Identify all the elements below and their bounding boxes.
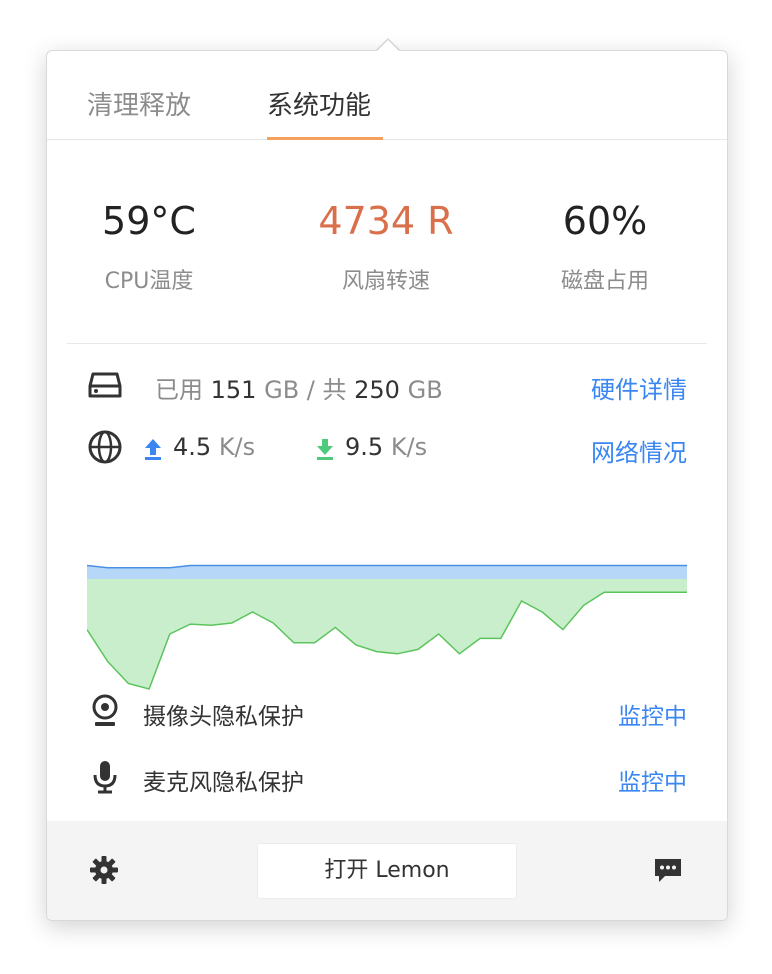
disk-usage-label: 磁盘占用: [560, 269, 649, 294]
network-row: 4.5 K/s 9.5 K/s 网络情况: [87, 429, 687, 469]
storage-usage-text: 已用 151 GB / 共 250 GB: [155, 370, 443, 405]
upload-speed: 4.5 K/s: [173, 433, 255, 461]
mic-privacy-row: 麦克风隐私保护 监控中: [87, 759, 687, 799]
download-speed-value: 9.5: [345, 433, 384, 461]
upload-arrow-icon: [145, 439, 161, 460]
download-arrow-icon: [317, 439, 333, 460]
camera-privacy-row: 摄像头隐私保护 监控中: [87, 693, 687, 733]
cpu-temperature-value: 59°C: [102, 199, 196, 243]
chat-bubble-icon[interactable]: [653, 855, 683, 885]
gear-icon[interactable]: [89, 855, 119, 885]
network-traffic-chart: [87, 564, 687, 690]
network-status-link[interactable]: 网络情况: [591, 433, 687, 468]
storage-used-value: 151: [210, 376, 257, 404]
hardware-details-link[interactable]: 硬件详情: [591, 370, 687, 405]
cpu-temperature-label: CPU温度: [104, 269, 194, 294]
download-speed-unit: K/s: [390, 433, 428, 461]
storage-unit-1: GB / 共: [264, 376, 347, 404]
download-speed: 9.5 K/s: [345, 433, 427, 461]
upload-speed-value: 4.5: [173, 433, 212, 461]
tab-system[interactable]: 系统功能: [267, 85, 371, 122]
mic-privacy-label: 麦克风隐私保护: [143, 770, 304, 796]
stats-divider: [67, 343, 707, 344]
tab-cleanup[interactable]: 清理释放: [87, 85, 191, 122]
storage-total-value: 250: [354, 376, 400, 404]
disk-usage-value: 60%: [562, 199, 648, 243]
tab-bar: 清理释放 系统功能: [47, 51, 727, 140]
storage-unit-2: GB: [407, 376, 443, 404]
open-lemon-button[interactable]: 打开 Lemon: [257, 843, 517, 899]
cpu-stat: 59°C CPU温度: [59, 199, 239, 295]
storage-used-prefix: 已用: [155, 376, 203, 404]
microphone-icon: [93, 761, 117, 794]
active-tab-indicator: [267, 137, 383, 140]
camera-privacy-label: 摄像头隐私保护: [143, 704, 304, 730]
chart-area: [87, 564, 687, 690]
storage-row: 已用 151 GB / 共 250 GB 硬件详情: [87, 366, 687, 406]
hard-drive-icon: [88, 372, 122, 398]
download-traffic-area: [87, 579, 687, 689]
mic-privacy-status[interactable]: 监控中: [618, 763, 687, 797]
fan-stat: 4734 R 风扇转速: [296, 199, 476, 295]
popover-arrow-fill: [377, 40, 399, 51]
footer-bar: 打开 Lemon: [47, 821, 727, 920]
camera-privacy-status[interactable]: 监控中: [618, 697, 687, 731]
fan-speed-value: 4734 R: [318, 199, 454, 243]
globe-icon: [88, 430, 122, 464]
lemon-popover: 清理释放 系统功能 59°C CPU温度 4734 R 风扇转速 60% 磁盘占…: [46, 50, 728, 921]
fan-speed-label: 风扇转速: [341, 269, 430, 294]
disk-stat: 60% 磁盘占用: [515, 199, 695, 295]
upload-speed-unit: K/s: [218, 433, 256, 461]
webcam-icon: [92, 694, 118, 726]
